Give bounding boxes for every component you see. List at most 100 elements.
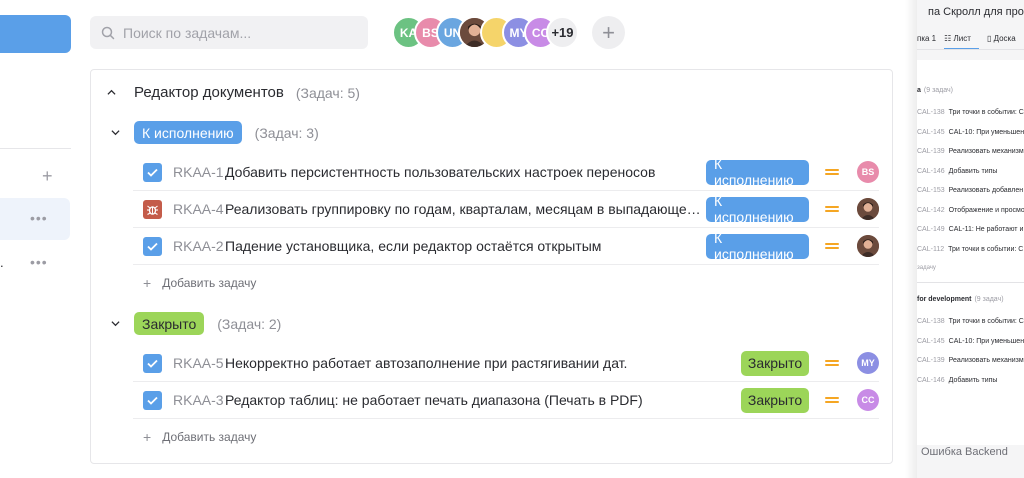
task-row[interactable]: RKAA-2 Падение установщика, если редакто… bbox=[133, 228, 879, 265]
side-task-row[interactable]: CAL-146 Добавить типы bbox=[917, 168, 997, 175]
assignee-avatar[interactable]: CC bbox=[857, 389, 879, 411]
side-task-id: CAL-146 bbox=[917, 376, 945, 384]
assignee-avatar[interactable]: BS bbox=[857, 161, 879, 183]
add-task-button[interactable]: + Добавить задачу bbox=[143, 275, 256, 291]
status-group-header[interactable]: К исполнению (Задач: 3) bbox=[111, 121, 319, 144]
tab-board[interactable]: ▯ Доска bbox=[987, 34, 1024, 50]
side-task-row[interactable]: CAL-149 CAL-11: Не работают и bbox=[917, 226, 1023, 233]
task-title[interactable]: Некорректно работает автозаполнение при … bbox=[225, 355, 741, 371]
group-status-chip: К исполнению bbox=[134, 121, 242, 144]
priority-medium-icon[interactable] bbox=[825, 396, 839, 404]
project-task-panel: Редактор документов (Задач: 5) К исполне… bbox=[90, 69, 893, 464]
side-task-title: Добавить типы bbox=[948, 167, 998, 175]
side-task-title: Три точки в событии: С bbox=[948, 109, 1024, 116]
task-title[interactable]: Добавить персистентность пользовательски… bbox=[225, 164, 706, 180]
chevron-down-icon[interactable] bbox=[111, 128, 120, 137]
side-task-title: CAL-10: При уменьшени bbox=[948, 128, 1024, 136]
side-task-row[interactable]: CAL-145 CAL-10: При уменьшени bbox=[917, 129, 1024, 136]
project-header[interactable]: Редактор документов (Задач: 5) bbox=[107, 84, 360, 101]
task-status-button[interactable]: К исполнению bbox=[706, 156, 809, 188]
task-row[interactable]: RKAA-3 Редактор таблиц: не работает печа… bbox=[133, 382, 879, 419]
side-preview-panel[interactable]: па Скролл для проект пка 1 ☷ Лист ▯ Доск… bbox=[917, 0, 1024, 478]
status-group-header[interactable]: Закрыто (Задач: 2) bbox=[111, 312, 281, 335]
priority-medium-icon[interactable] bbox=[825, 242, 839, 250]
sidebar-primary-button[interactable] bbox=[0, 15, 71, 53]
priority-medium-icon[interactable] bbox=[825, 168, 839, 176]
side-task-row[interactable]: CAL-146 Добавить типы bbox=[917, 377, 997, 384]
side-task-id: CAL-142 bbox=[917, 206, 945, 214]
side-task-id: CAL-138 bbox=[917, 318, 945, 325]
side-task-id: CAL-139 bbox=[917, 148, 945, 155]
side-task-id: CAL-139 bbox=[917, 357, 945, 364]
group-task-count: (Задач: 3) bbox=[254, 124, 319, 141]
task-id[interactable]: RKAA-3 bbox=[173, 392, 225, 408]
task-id[interactable]: RKAA-5 bbox=[173, 355, 225, 371]
tab-list[interactable]: ☷ Лист bbox=[944, 34, 979, 50]
group-status-chip: Закрыто bbox=[134, 312, 205, 335]
task-id[interactable]: RKAA-4 bbox=[173, 201, 225, 217]
task-status-button[interactable]: Закрыто bbox=[741, 350, 809, 376]
task-row[interactable]: RKAA-5 Некорректно работает автозаполнен… bbox=[133, 345, 879, 382]
sidebar-divider bbox=[0, 148, 71, 149]
side-task-row[interactable]: CAL-112 Три точки в событии: С bbox=[917, 246, 1023, 253]
side-task-row[interactable]: CAL-139 Реализовать механизм bbox=[917, 148, 1024, 155]
task-id[interactable]: RKAA-1 bbox=[173, 164, 225, 180]
task-type-icon bbox=[143, 162, 162, 182]
search-box[interactable] bbox=[90, 16, 368, 49]
more-members-badge[interactable]: +19 bbox=[546, 16, 579, 49]
side-task-row[interactable]: CAL-138 Три точки в событии: С bbox=[917, 109, 1024, 116]
side-panel-footer: Ошибка Backend bbox=[921, 446, 1008, 458]
side-task-id: CAL-138 bbox=[917, 109, 945, 116]
add-member-button[interactable]: + bbox=[592, 16, 625, 49]
side-task-row[interactable]: CAL-153 Реализовать добавлен bbox=[917, 187, 1023, 194]
add-task-label: Добавить задачу bbox=[162, 430, 257, 444]
sidebar-item-label: . bbox=[0, 255, 4, 270]
bug-icon bbox=[143, 199, 162, 219]
task-title[interactable]: Падение установщика, если редактор остаё… bbox=[225, 238, 706, 254]
task-status-button[interactable]: К исполнению bbox=[706, 193, 809, 225]
side-task-row[interactable]: CAL-145 CAL-10: При уменьшени bbox=[917, 338, 1024, 345]
side-task-row[interactable]: CAL-142 Отображение и просмо bbox=[917, 207, 1024, 214]
task-type-icon bbox=[143, 353, 162, 373]
side-task-id: CAL-153 bbox=[917, 187, 945, 194]
task-type-icon bbox=[143, 236, 162, 256]
side-add-task[interactable]: задачу bbox=[917, 265, 936, 271]
task-status-button[interactable]: К исполнению bbox=[706, 230, 809, 262]
side-task-title: Реализовать добавлен bbox=[948, 187, 1024, 194]
sidebar-add-icon[interactable]: + bbox=[42, 167, 53, 185]
chevron-up-icon[interactable] bbox=[107, 88, 116, 97]
side-task-title: CAL-11: Не работают и bbox=[948, 226, 1024, 233]
side-panel-list: а (9 задач) CAL-138 Три точки в событии: С… bbox=[917, 60, 1024, 445]
task-title[interactable]: Реализовать группировку по годам, кварта… bbox=[225, 201, 706, 217]
assignee-avatar[interactable]: MY bbox=[857, 352, 879, 374]
plus-icon: + bbox=[143, 275, 152, 291]
task-title[interactable]: Редактор таблиц: не работает печать диап… bbox=[225, 392, 741, 408]
side-task-title: Реализовать механизм bbox=[948, 357, 1024, 364]
side-panel-title: па Скролл для проект bbox=[928, 6, 1024, 18]
assignee-avatar[interactable] bbox=[857, 235, 879, 257]
assignee-avatar[interactable] bbox=[857, 198, 879, 220]
task-id[interactable]: RKAA-2 bbox=[173, 238, 225, 254]
side-task-title: Три точки в событии: С bbox=[948, 318, 1024, 325]
side-task-title: Отображение и просмо bbox=[948, 206, 1024, 214]
side-task-id: CAL-149 bbox=[917, 226, 945, 233]
side-task-row[interactable]: CAL-139 Реализовать механизм bbox=[917, 357, 1024, 364]
priority-medium-icon[interactable] bbox=[825, 359, 839, 367]
tabs-divider bbox=[917, 49, 1024, 50]
priority-medium-icon[interactable] bbox=[825, 205, 839, 213]
chevron-down-icon[interactable] bbox=[111, 319, 120, 328]
sidebar-item-more-icon[interactable]: ••• bbox=[30, 255, 48, 269]
add-task-button[interactable]: + Добавить задачу bbox=[143, 429, 256, 445]
search-input[interactable] bbox=[123, 24, 353, 41]
project-title: Редактор документов bbox=[134, 84, 284, 101]
side-task-row[interactable]: CAL-138 Три точки в событии: С bbox=[917, 318, 1024, 325]
task-row[interactable]: RKAA-4 Реализовать группировку по годам,… bbox=[133, 191, 879, 228]
tab-board-1[interactable]: пка 1 bbox=[917, 34, 936, 50]
search-icon bbox=[101, 26, 115, 39]
side-group-header[interactable]: for development (9 задач) bbox=[917, 296, 1004, 303]
task-status-button[interactable]: Закрыто bbox=[741, 387, 809, 413]
sidebar-item-more-icon[interactable]: ••• bbox=[30, 211, 48, 225]
task-row[interactable]: RKAA-1 Добавить персистентность пользова… bbox=[133, 154, 879, 191]
side-task-id: CAL-146 bbox=[917, 167, 945, 175]
side-group-header[interactable]: а (9 задач) bbox=[917, 87, 953, 94]
